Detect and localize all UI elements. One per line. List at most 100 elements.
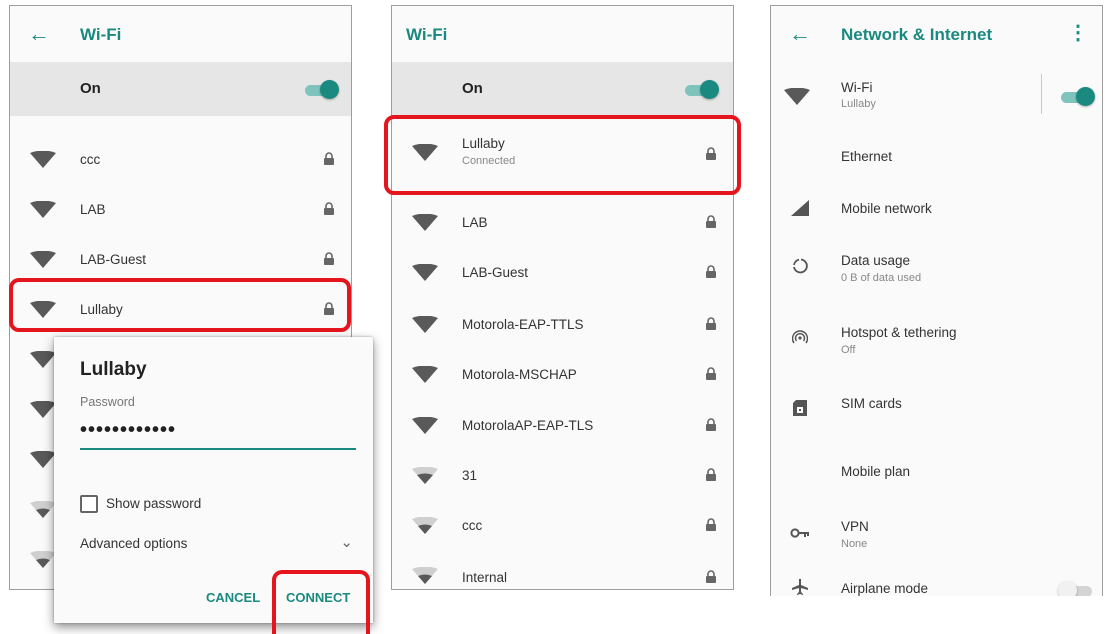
page-title: Wi-Fi (406, 25, 448, 44)
wifi-icon (784, 88, 810, 105)
network-name: MotorolaAP-EAP-TLS (462, 418, 594, 433)
wifi-signal-full-icon (412, 417, 438, 434)
lock-icon (705, 265, 717, 278)
setting-subtitle: Off (841, 344, 856, 356)
mobile-plan-setting-item[interactable]: Mobile plan (771, 446, 1102, 498)
wifi-signal-full-icon (30, 351, 56, 368)
wifi-signal-weak-icon (412, 467, 438, 484)
highlight-lullaby-row (9, 278, 351, 332)
setting-subtitle: Lullaby (841, 98, 876, 110)
wifi-signal-full-icon (30, 451, 56, 468)
app-bar: ← Network & Internet ⋮ (771, 6, 1102, 62)
network-row-lab[interactable]: LAB (392, 199, 733, 249)
network-row-lab-guest[interactable]: LAB-Guest (392, 249, 733, 299)
network-row-motorola-eap-ttls[interactable]: Motorola-EAP-TTLS (392, 301, 733, 351)
lock-icon (323, 252, 335, 265)
wifi-signal-full-icon (412, 264, 438, 281)
wifi-signal-full-icon (412, 316, 438, 333)
network-row-31[interactable]: 31 (392, 452, 733, 502)
network-row-internal[interactable]: Internal (392, 552, 733, 589)
signal-icon (787, 200, 813, 222)
advanced-options-label[interactable]: Advanced options (80, 536, 187, 551)
lock-icon (705, 518, 717, 531)
wifi-signal-full-icon (412, 214, 438, 231)
setting-title: Mobile plan (841, 464, 911, 479)
page-title: Wi-Fi (80, 25, 122, 44)
wifi-settings-screen-middle: Wi-Fi On Lullaby Connected LAB LAB-Guest… (391, 5, 734, 590)
ethernet-setting-item[interactable]: Ethernet (771, 131, 1102, 183)
wifi-signal-weak-icon (30, 501, 56, 518)
lock-icon (705, 367, 717, 380)
divider (1041, 74, 1042, 114)
password-underline (80, 448, 356, 450)
airplane-mode-setting-item[interactable]: Airplane mode (771, 572, 1102, 596)
setting-title: Mobile network (841, 201, 932, 216)
cancel-button[interactable]: CANCEL (206, 590, 260, 605)
wifi-setting-item[interactable]: Wi-Fi Lullaby (771, 66, 1102, 126)
page-title: Network & Internet (841, 25, 993, 44)
more-options-icon[interactable]: ⋮ (1068, 20, 1088, 45)
network-name: ccc (462, 518, 483, 533)
network-name: 31 (462, 468, 478, 483)
dialog-title: Lullaby (80, 359, 147, 380)
hotspot-setting-item[interactable]: Hotspot & tethering Off (771, 311, 1102, 371)
network-name: LAB-Guest (80, 252, 147, 267)
network-row-motorolaap-eap-tls[interactable]: MotorolaAP-EAP-TLS (392, 402, 733, 452)
wifi-signal-weak-icon (412, 517, 438, 534)
wifi-signal-full-icon (412, 366, 438, 383)
app-bar: Wi-Fi (392, 6, 733, 62)
wifi-master-switch-row[interactable]: On (392, 62, 733, 116)
show-password-checkbox[interactable] (80, 495, 98, 513)
setting-subtitle: None (841, 538, 868, 550)
chevron-down-icon[interactable]: ⌄ (340, 533, 353, 551)
lock-icon (705, 418, 717, 431)
lock-icon (705, 215, 717, 228)
highlight-connected-row (384, 115, 741, 195)
wifi-master-switch-row[interactable]: On (10, 62, 351, 116)
setting-title: SIM cards (841, 396, 902, 411)
network-row-ccc[interactable]: ccc (392, 502, 733, 552)
wifi-signal-weak-icon (30, 551, 56, 568)
wifi-signal-full-icon (30, 151, 56, 168)
back-arrow-icon[interactable]: ← (789, 21, 811, 47)
setting-title: Wi-Fi (841, 80, 873, 95)
sim-card-icon (787, 400, 813, 422)
network-name: Internal (462, 570, 508, 585)
network-row-motorola-mschap[interactable]: Motorola-MSCHAP (392, 351, 733, 401)
password-input[interactable]: •••••••••••• (80, 419, 354, 442)
network-row-ccc[interactable]: ccc (10, 136, 351, 186)
wifi-on-label: On (80, 80, 101, 97)
sim-cards-setting-item[interactable]: SIM cards (771, 378, 1102, 430)
data-usage-setting-item[interactable]: Data usage 0 B of data used (771, 241, 1102, 301)
setting-subtitle: 0 B of data used (841, 272, 922, 284)
lock-icon (323, 202, 335, 215)
lock-icon (705, 570, 717, 583)
wifi-toggle[interactable] (1059, 87, 1095, 106)
setting-title: Ethernet (841, 149, 893, 164)
network-name: LAB-Guest (462, 265, 529, 280)
network-internet-screen: ← Network & Internet ⋮ Wi-Fi Lullaby Eth… (770, 5, 1103, 596)
network-name: LAB (80, 202, 106, 217)
lock-icon (705, 468, 717, 481)
network-name: ccc (80, 152, 101, 167)
network-name: LAB (462, 215, 488, 230)
password-label: Password (80, 395, 135, 409)
wifi-signal-full-icon (30, 201, 56, 218)
airplane-icon (787, 579, 813, 596)
vpn-key-icon (787, 526, 813, 548)
hotspot-icon (787, 329, 813, 351)
wifi-signal-full-icon (30, 401, 56, 418)
vpn-setting-item[interactable]: VPN None (771, 506, 1102, 566)
app-bar: ← Wi-Fi (10, 6, 351, 62)
wifi-toggle[interactable] (303, 80, 339, 99)
lock-icon (323, 152, 335, 165)
airplane-mode-toggle[interactable] (1058, 581, 1094, 596)
mobile-network-setting-item[interactable]: Mobile network (771, 183, 1102, 235)
setting-title: Hotspot & tethering (841, 325, 957, 340)
wifi-toggle[interactable] (683, 80, 719, 99)
wifi-on-label: On (462, 80, 483, 97)
wifi-signal-weak-icon (412, 567, 438, 584)
show-password-label[interactable]: Show password (106, 496, 201, 511)
back-arrow-icon[interactable]: ← (28, 21, 50, 47)
network-row-lab[interactable]: LAB (10, 186, 351, 236)
